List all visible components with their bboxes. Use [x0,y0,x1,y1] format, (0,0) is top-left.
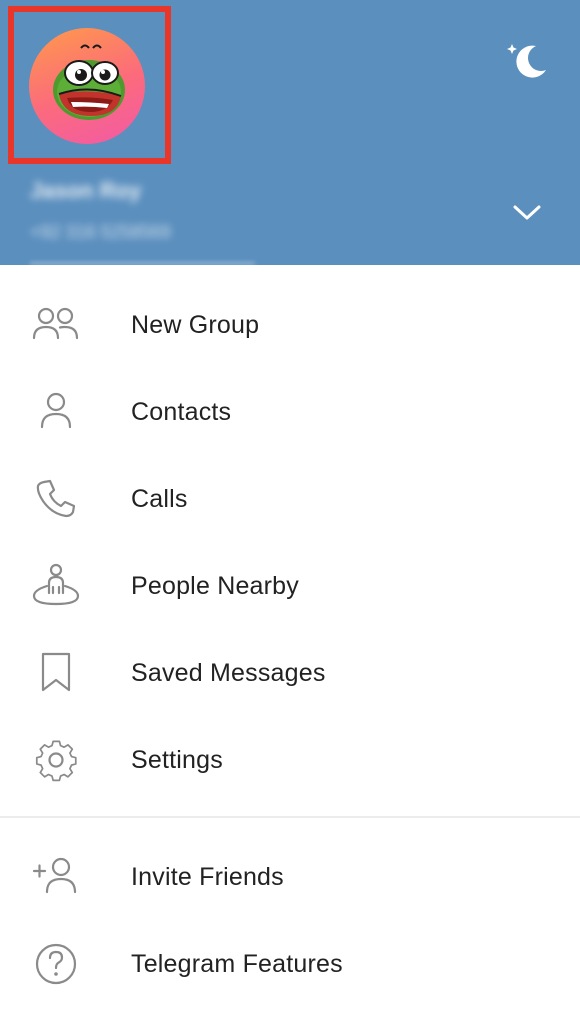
menu-item-saved-messages[interactable]: Saved Messages [0,630,580,717]
menu-label-saved-messages: Saved Messages [131,659,326,687]
question-circle-icon [30,941,82,987]
menu-label-telegram-features: Telegram Features [131,950,343,978]
group-icon [30,302,82,348]
menu-item-invite-friends[interactable]: Invite Friends [0,834,580,921]
person-icon [30,389,82,435]
frog-sticker-avatar [53,44,125,120]
menu-item-people-nearby[interactable]: People Nearby [0,543,580,630]
account-expand-toggle[interactable] [508,198,546,228]
menu-item-contacts[interactable]: Contacts [0,369,580,456]
gear-icon [30,737,82,783]
menu-item-settings[interactable]: Settings [0,717,580,804]
avatar[interactable] [29,28,145,144]
night-mode-toggle[interactable] [502,40,550,80]
menu-divider [0,816,580,818]
menu-item-calls[interactable]: Calls [0,456,580,543]
menu-item-new-group[interactable]: New Group [0,282,580,369]
menu-label-settings: Settings [131,746,223,774]
menu-label-contacts: Contacts [131,398,232,426]
drawer-header: Jason Roy +92 316 5258569 [0,0,580,265]
moon-stars-icon [507,44,546,78]
add-person-icon [30,854,82,900]
menu-label-new-group: New Group [131,311,260,339]
menu-item-telegram-features[interactable]: Telegram Features [0,921,580,1008]
header-blur-line [30,262,255,265]
user-phone: +92 316 5258569 [30,222,171,242]
phone-icon [30,476,82,522]
menu-label-people-nearby: People Nearby [131,572,299,600]
menu-label-invite-friends: Invite Friends [131,863,284,891]
bookmark-icon [30,650,82,696]
chevron-down-icon [513,205,541,220]
people-nearby-icon [30,563,82,609]
menu-label-calls: Calls [131,485,188,513]
user-name: Jason Roy [30,178,142,203]
